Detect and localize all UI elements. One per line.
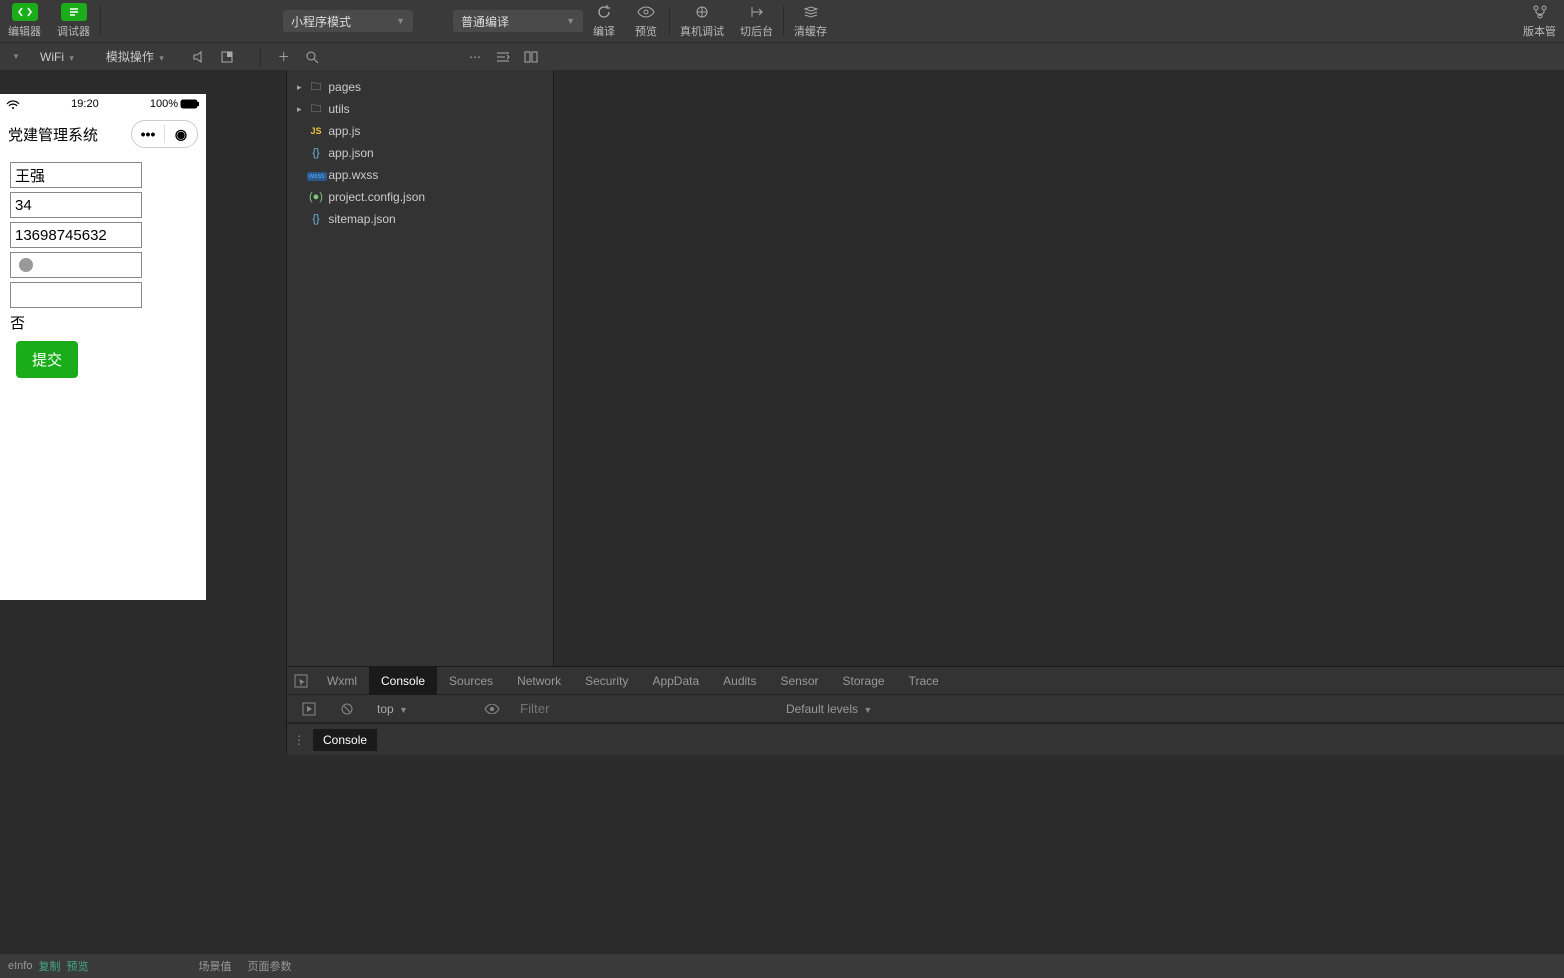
separator	[100, 6, 101, 36]
tab-sensor[interactable]: Sensor	[769, 667, 831, 695]
code-icon	[12, 3, 38, 21]
device-dropdown[interactable]: ▾	[4, 46, 26, 68]
js-icon: JS	[307, 126, 325, 136]
name-input[interactable]	[10, 162, 142, 188]
folder-pages[interactable]: ▸🗀 pages	[287, 76, 553, 98]
tab-trace[interactable]: Trace	[897, 667, 951, 695]
editor-toggle[interactable]: 编辑器	[0, 0, 49, 42]
drawer-menu-icon[interactable]: ⋮	[287, 733, 311, 747]
inspect-icon[interactable]	[287, 667, 315, 695]
console-play-icon[interactable]	[295, 695, 323, 723]
phone-input[interactable]	[10, 222, 142, 248]
context-dropdown[interactable]: top ▼	[371, 700, 468, 718]
config-icon: (●)	[307, 191, 325, 203]
editor-empty	[553, 70, 1564, 666]
battery-percent: 100%	[150, 98, 178, 110]
folder-utils[interactable]: ▸🗀 utils	[287, 98, 553, 120]
mode-dropdown[interactable]: 小程序模式▼	[283, 10, 413, 32]
layers-icon	[798, 3, 824, 21]
folder-icon: 🗀	[307, 78, 325, 97]
slider-knob[interactable]	[19, 258, 33, 272]
tab-console[interactable]: Console	[369, 667, 437, 695]
scene-value[interactable]: 场景值	[198, 958, 231, 974]
json-icon: {}	[307, 147, 325, 159]
signal-icon	[6, 99, 20, 109]
remote-debug-button[interactable]: 真机调试	[672, 0, 732, 42]
live-expr-icon[interactable]	[478, 695, 506, 723]
file-explorer: ▸🗀 pages ▸🗀 utils JS app.js {} app.json …	[287, 70, 553, 666]
bug-icon	[689, 3, 715, 21]
tab-wxml[interactable]: Wxml	[315, 667, 369, 695]
tab-network[interactable]: Network	[505, 667, 573, 695]
indent-icon[interactable]	[492, 46, 514, 68]
file-project-config[interactable]: (●) project.config.json	[287, 186, 553, 208]
drawer-console-tab[interactable]: Console	[313, 729, 377, 751]
file-app-js[interactable]: JS app.js	[287, 120, 553, 142]
eye-icon	[633, 3, 659, 21]
version-button[interactable]: 版本管	[1515, 0, 1564, 42]
wxss-icon: wxss	[307, 169, 325, 181]
chevron-down-icon: ▾	[69, 53, 74, 63]
filter-input[interactable]	[516, 699, 776, 718]
log-levels-dropdown[interactable]: Default levels ▼	[786, 702, 872, 716]
empty-input[interactable]	[10, 282, 142, 308]
chevron-down-icon: ▾	[159, 53, 164, 63]
chevron-down-icon: ▼	[396, 16, 405, 26]
tab-storage[interactable]: Storage	[831, 667, 897, 695]
mute-icon[interactable]	[188, 46, 210, 68]
branch-icon	[1527, 3, 1553, 21]
file-app-json[interactable]: {} app.json	[287, 142, 553, 164]
submit-button[interactable]: 提交	[16, 341, 78, 378]
preview-link[interactable]: 预览	[66, 958, 88, 974]
tab-audits[interactable]: Audits	[711, 667, 768, 695]
compile-mode-dropdown[interactable]: 普通编译▼	[453, 10, 583, 32]
capsule-close-button[interactable]: ◉	[165, 120, 197, 148]
chevron-down-icon: ▼	[566, 16, 575, 26]
debugger-toggle[interactable]: 调试器	[49, 0, 98, 42]
age-input[interactable]	[10, 192, 142, 218]
slider-input[interactable]	[10, 252, 142, 278]
copy-link[interactable]: 复制	[38, 958, 60, 974]
refresh-icon	[591, 3, 617, 21]
clear-cache-button[interactable]: 清缓存	[786, 0, 835, 42]
chevron-right-icon: ▸	[297, 104, 307, 115]
folder-icon: 🗀	[307, 100, 325, 119]
page-title: 党建管理系统	[8, 124, 98, 145]
chevron-down-icon: ▼	[399, 705, 408, 715]
clear-console-icon[interactable]	[333, 695, 361, 723]
chevron-right-icon: ▸	[297, 82, 307, 93]
more-icon[interactable]: ⋯	[464, 46, 486, 68]
tab-security[interactable]: Security	[573, 667, 640, 695]
mock-operation-dropdown[interactable]: 模拟操作 ▾	[98, 46, 182, 67]
page-params[interactable]: 页面参数	[247, 958, 291, 974]
tab-appdata[interactable]: AppData	[640, 667, 711, 695]
popout-button[interactable]	[216, 46, 238, 68]
simulator-screen: 19:20 100% 党建管理系统 ••• ◉ 否 提交	[0, 94, 206, 600]
add-file-button[interactable]: ＋	[273, 46, 295, 68]
json-icon: {}	[307, 213, 325, 225]
capsule-menu-button[interactable]: •••	[132, 120, 164, 148]
preview-button[interactable]: 预览	[625, 0, 667, 42]
search-button[interactable]	[301, 46, 323, 68]
status-bar: 19:20 100%	[0, 94, 206, 114]
tab-sources[interactable]: Sources	[437, 667, 505, 695]
file-sitemap-json[interactable]: {} sitemap.json	[287, 208, 553, 230]
chevron-down-icon: ▼	[863, 705, 872, 715]
status-time: 19:20	[71, 98, 99, 110]
separator	[669, 6, 670, 36]
boolean-text: 否	[10, 312, 196, 333]
background-icon	[744, 3, 770, 21]
background-button[interactable]: 切后台	[732, 0, 781, 42]
compile-button[interactable]: 编译	[583, 0, 625, 42]
split-icon[interactable]	[520, 46, 542, 68]
debug-icon	[61, 3, 87, 21]
separator	[783, 6, 784, 36]
page-info: eInfo	[8, 960, 32, 972]
capsule: ••• ◉	[131, 120, 198, 148]
battery-icon	[180, 99, 200, 109]
file-app-wxss[interactable]: wxss app.wxss	[287, 164, 553, 186]
network-dropdown[interactable]: WiFi ▾	[32, 48, 92, 66]
